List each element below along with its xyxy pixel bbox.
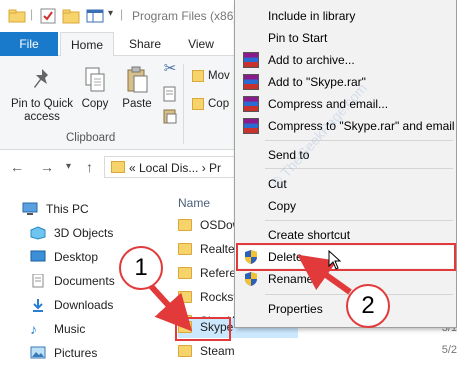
- menu-item-compress-to-skype-rar-and-email[interactable]: Compress to "Skype.rar" and email: [235, 115, 456, 137]
- nav-item-label: Documents: [54, 274, 115, 288]
- menu-item-label: Compress to "Skype.rar" and email: [268, 119, 455, 133]
- customize-toolbar-chevron-icon[interactable]: ▾: [108, 8, 113, 24]
- window-title: Program Files (x86): [132, 9, 238, 23]
- folder-icon: [178, 267, 192, 279]
- tab-view[interactable]: View: [176, 32, 226, 56]
- cut-icon[interactable]: ✂: [162, 61, 178, 76]
- menu-item-send-to[interactable]: Send to: [235, 144, 456, 166]
- nav-item-label: Downloads: [54, 298, 114, 312]
- folder-icon: [8, 9, 26, 25]
- copy-icon: [82, 66, 108, 94]
- separator-icon: |: [30, 7, 34, 21]
- annotation-badge-step-1: 1: [119, 246, 163, 290]
- picture-icon: [30, 346, 46, 360]
- file-name: OSDow: [200, 218, 236, 232]
- winrar-icon: [243, 96, 259, 112]
- document-icon: [30, 273, 46, 288]
- menu-item-include-in-library[interactable]: Include in library: [235, 5, 456, 27]
- forward-arrow-icon[interactable]: →: [40, 159, 54, 175]
- pin-label-line2: access: [24, 111, 60, 123]
- menu-item-label: Copy: [268, 199, 297, 213]
- tab-file[interactable]: File: [0, 32, 58, 56]
- recent-locations-chevron-icon[interactable]: ▾: [66, 161, 71, 172]
- menu-item-pin-to-start[interactable]: Pin to Start: [235, 27, 456, 49]
- copy-button[interactable]: Copy: [76, 66, 114, 111]
- nav-item-label: Desktop: [54, 250, 99, 264]
- download-arrow-icon: [30, 298, 46, 312]
- menu-item-add-to-archive[interactable]: Add to archive...: [235, 49, 456, 71]
- menu-item-label: Rename: [268, 272, 314, 286]
- folder-icon: [178, 243, 192, 255]
- paste-shortcut-icon[interactable]: [163, 108, 177, 124]
- file-name: Refere: [200, 266, 236, 280]
- cube-icon: [30, 226, 46, 240]
- menu-item-label: Compress and email...: [268, 97, 389, 111]
- clipboard-group-label: Clipboard: [66, 132, 116, 144]
- nav-item-label: Pictures: [54, 346, 98, 360]
- address-bar[interactable]: « Local Dis... › Pr: [104, 156, 244, 178]
- paste-label: Paste: [122, 98, 152, 110]
- back-arrow-icon[interactable]: ←: [10, 159, 24, 175]
- ribbon-group-separator: [183, 64, 184, 144]
- folder-icon: [178, 219, 192, 231]
- winrar-icon: [243, 74, 259, 90]
- menu-item-rename[interactable]: Rename: [235, 268, 456, 290]
- address-folder-icon: [111, 161, 125, 173]
- context-menu: Include in library Pin to Start Add to a…: [234, 0, 457, 328]
- winrar-icon: [243, 52, 259, 68]
- winrar-icon: [243, 118, 259, 134]
- nav-item-label: Music: [54, 322, 86, 336]
- copy-to-button[interactable]: Cop: [192, 98, 229, 110]
- move-to-label: Mov: [208, 70, 230, 83]
- pin-to-quick-access-button[interactable]: Pin to Quick access: [4, 66, 80, 124]
- copy-label: Copy: [81, 98, 109, 110]
- music-note-icon: ♪: [30, 321, 37, 337]
- file-name: Realtel: [200, 242, 236, 256]
- paste-icon: [124, 66, 150, 94]
- menu-item-cut[interactable]: Cut: [235, 173, 456, 195]
- mouse-cursor-icon: [328, 249, 342, 273]
- shield-icon: [243, 271, 259, 287]
- menu-item-label: Include in library: [268, 9, 356, 23]
- new-folder-icon[interactable]: [62, 8, 80, 24]
- column-header-name[interactable]: Name: [178, 196, 210, 210]
- menu-separator: [265, 220, 453, 221]
- tab-home[interactable]: Home: [60, 32, 114, 57]
- title-separator-icon: |: [120, 7, 124, 21]
- properties-checkmark-icon[interactable]: [40, 8, 56, 24]
- menu-item-copy[interactable]: Copy: [235, 195, 456, 217]
- menu-item-label: Create shortcut: [268, 228, 351, 242]
- copy-path-icon[interactable]: [163, 86, 177, 102]
- pin-label-line1: Pin to Quick: [11, 98, 73, 110]
- up-arrow-icon[interactable]: ↑: [86, 159, 93, 175]
- view-pane-icon[interactable]: [86, 8, 104, 24]
- address-breadcrumb: « Local Dis... › Pr: [129, 161, 222, 175]
- move-to-icon: [192, 70, 204, 82]
- menu-item-label: Pin to Start: [268, 31, 328, 45]
- file-name: Steam: [200, 344, 235, 358]
- menu-separator: [265, 140, 453, 141]
- tab-share[interactable]: Share: [118, 32, 172, 56]
- paste-button[interactable]: Paste: [118, 66, 156, 111]
- menu-item-label: Add to archive...: [268, 53, 355, 67]
- file-name: Rockst: [200, 290, 236, 304]
- menu-item-add-to-skype-rar[interactable]: Add to "Skype.rar": [235, 71, 456, 93]
- list-item[interactable]: Steam: [178, 342, 298, 362]
- folder-icon: [178, 345, 192, 357]
- copy-to-icon: [192, 98, 204, 110]
- date-modified-fragment: 5/2: [441, 344, 457, 356]
- copy-to-label: Cop: [208, 98, 230, 111]
- move-to-button[interactable]: Mov: [192, 70, 230, 82]
- annotation-badge-step-2: 2: [346, 284, 390, 328]
- annotation-highlight-skype: [175, 317, 231, 341]
- desktop-icon: [30, 250, 46, 264]
- nav-item-label: This PC: [46, 202, 89, 216]
- folder-icon: [178, 291, 192, 303]
- menu-item-label: Properties: [268, 302, 323, 316]
- pin-icon: [29, 66, 55, 94]
- computer-icon: [22, 202, 38, 216]
- nav-item-label: 3D Objects: [54, 226, 114, 240]
- annotation-highlight-delete: [236, 243, 456, 271]
